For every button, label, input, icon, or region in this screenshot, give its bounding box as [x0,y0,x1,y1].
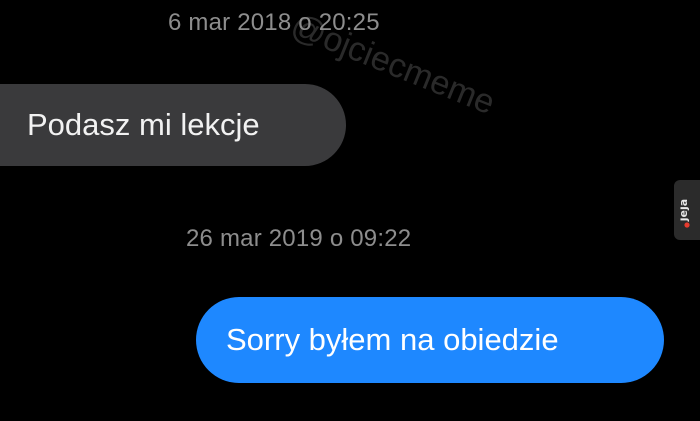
jeja-logo-icon: jeja [674,180,700,240]
outgoing-message-bubble[interactable]: Sorry byłem na obiedzie [196,297,664,383]
jeja-logo-mark: jeja [680,199,690,228]
message-timestamp: 26 mar 2019 o 09:22 [186,225,412,252]
svg-text:jeja: jeja [680,199,690,222]
message-text: Sorry byłem na obiedzie [226,322,559,357]
incoming-message-bubble[interactable]: Podasz mi lekcje [0,84,346,166]
chat-view: @ojciecmeme 6 mar 2018 o 20:25 Podasz mi… [0,0,700,421]
message-timestamp: 6 mar 2018 o 20:25 [168,9,380,36]
message-text: Podasz mi lekcje [27,107,260,142]
